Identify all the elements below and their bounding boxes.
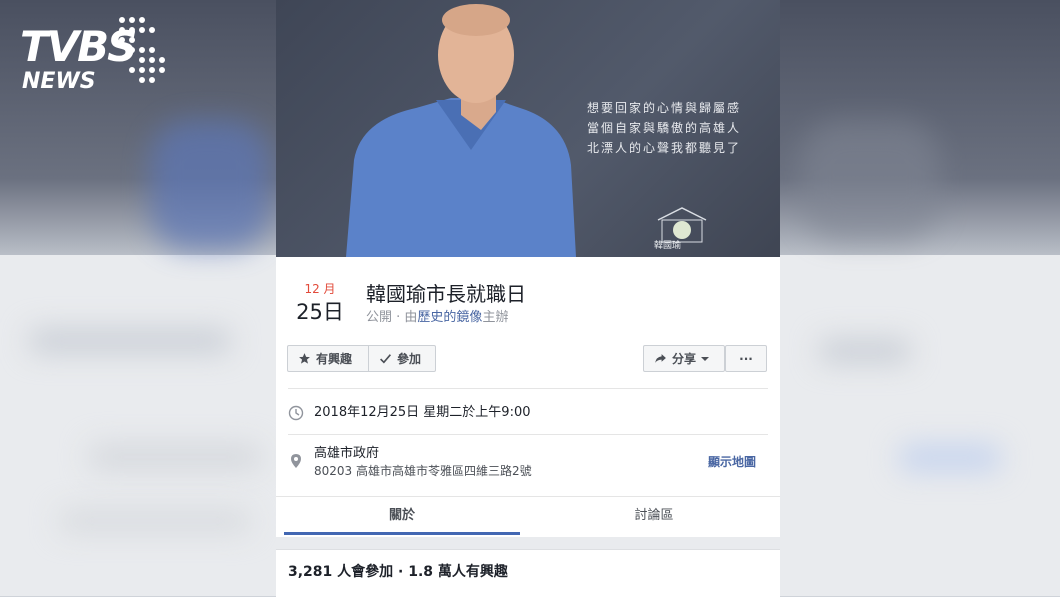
tab-discussion[interactable]: 討論區: [536, 497, 772, 535]
background-blur-shape: [150, 120, 270, 250]
event-cover-photo[interactable]: 想要回家的心情與歸屬感 當個自家與驕傲的高雄人 北漂人的心聲我都聽見了 韓國瑜: [276, 0, 780, 257]
background-blur-shape: [30, 330, 230, 352]
event-day: 25日: [296, 300, 344, 324]
cover-slogan-line: 當個自家與驕傲的高雄人: [586, 121, 741, 135]
logo-dot-pattern: [119, 17, 165, 83]
clock-icon: [288, 405, 304, 421]
privacy-label: 公開: [366, 310, 393, 325]
event-tabs: 關於 討論區: [276, 496, 780, 538]
event-date-badge: 12 月 25日: [288, 280, 352, 326]
check-icon: [380, 354, 391, 364]
more-options-button[interactable]: ···: [725, 345, 767, 372]
share-arrow-icon: [655, 354, 666, 363]
share-button[interactable]: 分享: [643, 345, 725, 372]
cover-slogan-line: 想要回家的心情與歸屬感: [586, 101, 741, 115]
host-prefix: · 由: [396, 310, 418, 325]
tab-about[interactable]: 關於: [284, 497, 520, 535]
going-label: 參加: [397, 352, 422, 366]
event-title: 韓國瑜市長就職日: [366, 282, 526, 306]
show-map-link[interactable]: 顯示地圖: [708, 453, 756, 471]
cover-slogan-line: 北漂人的心聲我都聽見了: [586, 141, 741, 155]
background-blur-shape: [90, 445, 260, 469]
logo-secondary-text: NEWS: [22, 69, 96, 94]
cover-slogan: 想要回家的心情與歸屬感 當個自家與驕傲的高雄人 北漂人的心聲我都聽見了: [541, 98, 741, 158]
going-button[interactable]: 參加: [368, 345, 436, 372]
event-place-name[interactable]: 高雄市政府: [314, 445, 379, 463]
event-card: 想要回家的心情與歸屬感 當個自家與驕傲的高雄人 北漂人的心聲我都聽見了 韓國瑜 …: [276, 0, 780, 597]
cover-logo-text: 韓國瑜: [654, 241, 682, 251]
event-month: 12 月: [304, 282, 336, 296]
attendance-stats[interactable]: 3,281 人會參加 · 1.8 萬人有興趣: [288, 562, 508, 582]
tvbs-news-logo: TVBS NEWS: [20, 14, 180, 99]
star-icon: [299, 353, 310, 364]
more-options-label: ···: [739, 351, 753, 366]
section-divider: [288, 434, 768, 435]
background-blur-shape: [60, 510, 250, 532]
location-pin-icon: [291, 454, 301, 468]
caret-down-icon: [701, 356, 710, 361]
share-label: 分享: [672, 352, 697, 366]
interested-button[interactable]: 有興趣: [287, 345, 369, 372]
background-blur-shape: [800, 120, 940, 240]
event-datetime: 2018年12月25日 星期二於上午9:00: [314, 405, 531, 420]
section-divider: [288, 388, 768, 389]
host-link[interactable]: 歷史的鏡像: [417, 310, 482, 325]
card-gap: [276, 537, 780, 549]
host-suffix: 主辦: [482, 310, 509, 325]
interested-label: 有興趣: [316, 352, 353, 366]
attendance-card: 3,281 人會參加 · 1.8 萬人有興趣: [276, 549, 780, 597]
background-blur-shape: [820, 340, 910, 362]
background-blur-shape: [900, 445, 1000, 471]
event-place-address: 80203 高雄市高雄市苓雅區四維三路2號: [314, 464, 532, 478]
event-host-line: 公開 · 由歷史的鏡像主辦: [366, 309, 508, 327]
